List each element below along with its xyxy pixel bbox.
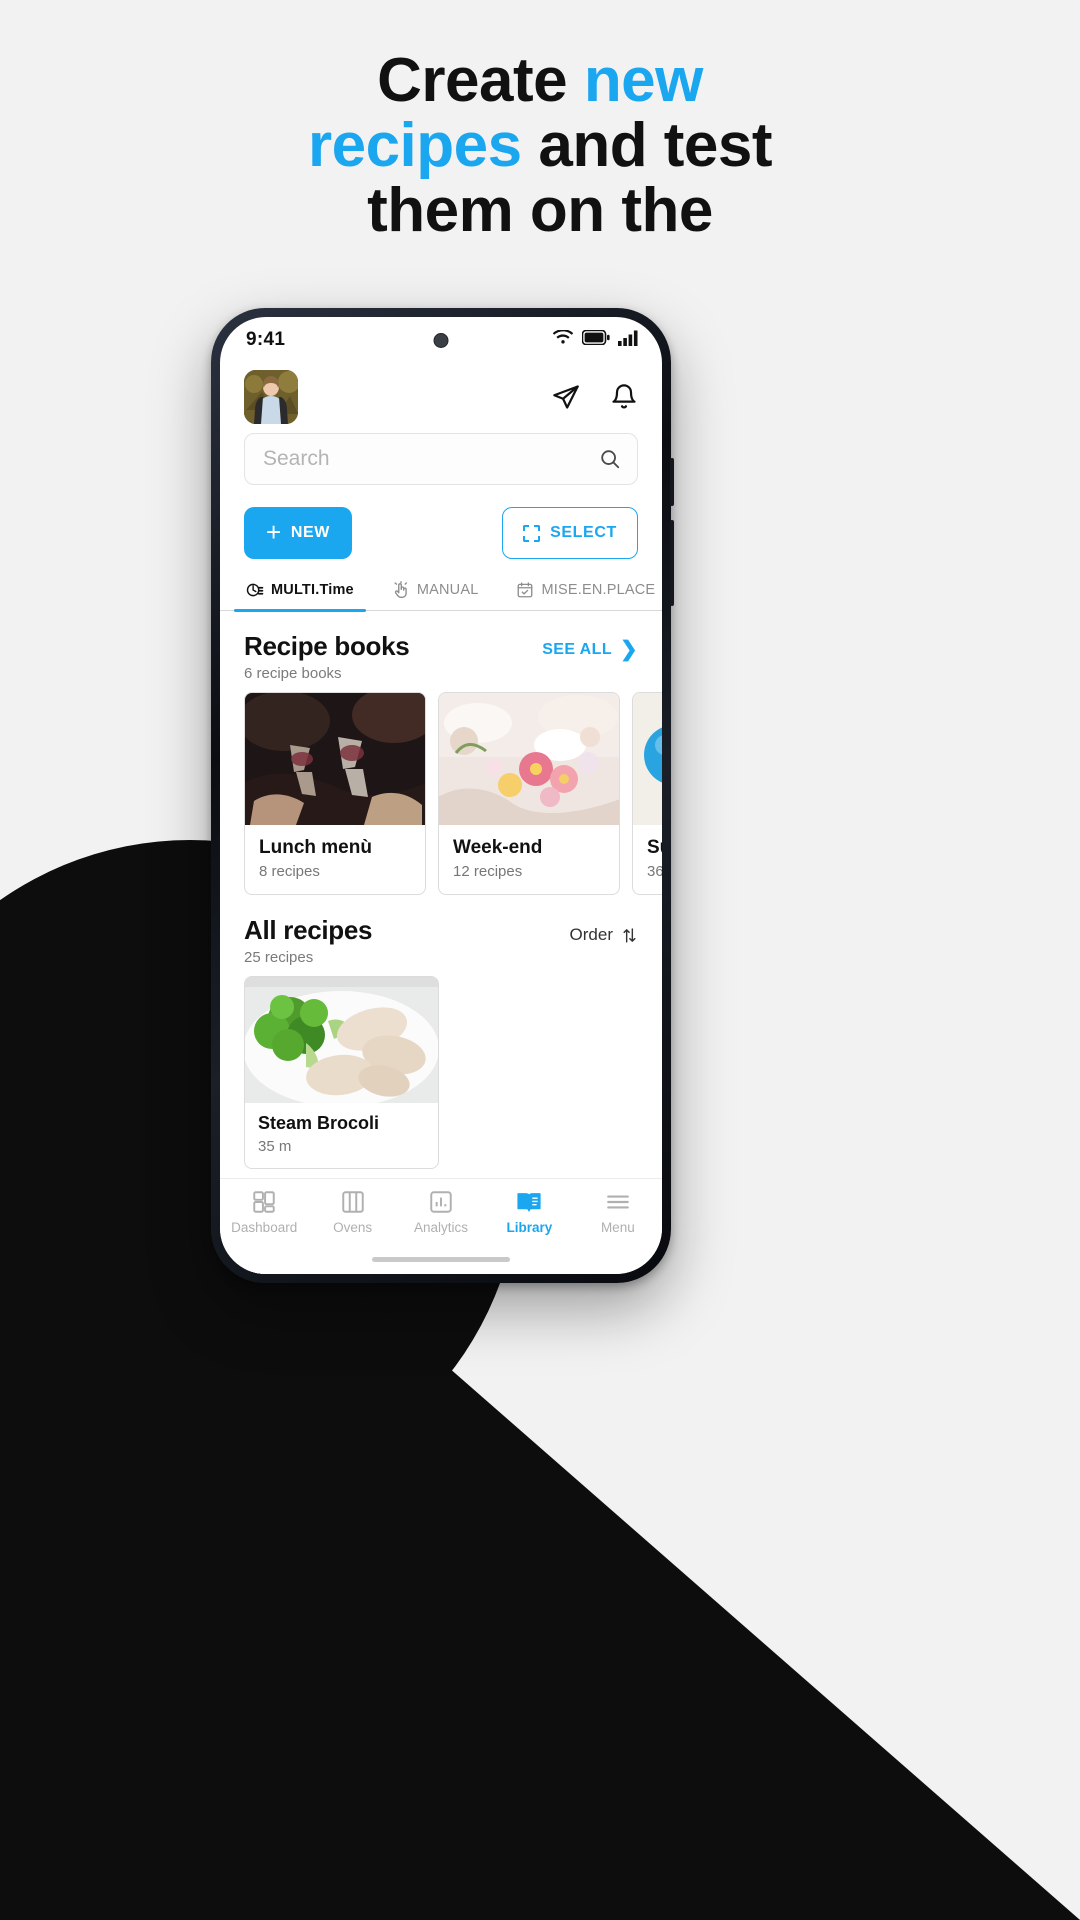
recipe-book-card[interactable]: Week-end 12 recipes xyxy=(438,692,620,895)
broccoli-chicken-photo xyxy=(245,977,438,1103)
home-indicator[interactable] xyxy=(372,1257,510,1262)
dashboard-grid-icon xyxy=(251,1189,277,1215)
header-actions xyxy=(552,383,638,411)
nav-item-analytics-label: Analytics xyxy=(414,1220,469,1235)
recipe-book-title: Sum xyxy=(647,837,662,858)
recipe-books-subtitle: 6 recipe books xyxy=(244,665,342,682)
recipe-books-title: Recipe books xyxy=(244,631,410,661)
nav-item-menu-label: Menu xyxy=(600,1220,635,1235)
notification-bell-icon[interactable] xyxy=(610,383,638,411)
screenshot-stage: Create new recipes and test them on the … xyxy=(0,0,1080,1920)
front-camera-punchhole xyxy=(433,333,449,348)
search-section: Search xyxy=(220,425,662,485)
nav-item-menu[interactable]: Menu xyxy=(574,1189,662,1235)
nav-item-analytics[interactable]: Analytics xyxy=(397,1189,485,1235)
plus-icon: + xyxy=(266,516,282,547)
recipe-books-titles: Recipe books 6 recipe books xyxy=(244,631,410,682)
analytics-bars-icon xyxy=(428,1189,454,1215)
recipe-books-header: Recipe books 6 recipe books SEE ALL ❯ xyxy=(220,611,662,692)
user-avatar[interactable] xyxy=(244,370,298,424)
all-recipes-title: All recipes xyxy=(244,915,373,945)
phone-screen: 9:41 Search + NEW SELECT MULTI.Time MANU… xyxy=(220,317,662,1274)
library-book-icon xyxy=(516,1189,542,1215)
search-icon[interactable] xyxy=(599,448,621,470)
headline-text-andtest: and test xyxy=(521,111,773,181)
headline-accent-recipes: recipes xyxy=(307,111,522,181)
cellular-signal-icon xyxy=(618,330,640,351)
status-time: 9:41 xyxy=(246,329,286,350)
tab-manual[interactable]: MANUAL xyxy=(386,581,485,610)
recipe-card-title: Steam Brocoli xyxy=(258,1113,380,1133)
recipe-book-meta: 36 re xyxy=(647,863,662,880)
see-all-label: SEE ALL xyxy=(542,640,612,658)
recipe-book-card[interactable]: Sum 36 re xyxy=(632,692,662,895)
status-bar: 9:41 xyxy=(220,317,662,363)
search-placeholder: Search xyxy=(263,447,330,470)
recipe-book-meta: 8 recipes xyxy=(259,863,320,880)
nav-item-library[interactable]: Library xyxy=(485,1189,573,1235)
recipe-books-carousel[interactable]: Lunch menù 8 recipes Week-end 12 recipes… xyxy=(220,692,662,895)
hand-touch-icon xyxy=(392,581,410,599)
new-button-label: NEW xyxy=(290,524,330,541)
headline-line-2: recipes and test xyxy=(0,113,1080,178)
recipe-card[interactable]: Steam Brocoli 35 m xyxy=(244,976,439,1169)
phone-power-button[interactable] xyxy=(670,520,674,606)
recipe-card-body: Steam Brocoli 35 m xyxy=(245,1103,438,1168)
recipe-book-title: Lunch menù xyxy=(259,837,372,858)
ovens-columns-icon xyxy=(340,1189,366,1215)
decorative-black-wedge xyxy=(0,1290,1080,1920)
nav-item-dashboard-label: Dashboard xyxy=(231,1220,298,1235)
all-recipes-titles: All recipes 25 recipes xyxy=(244,915,373,966)
search-input[interactable]: Search xyxy=(244,433,638,485)
wine-toast-photo xyxy=(245,693,425,825)
recipe-card-meta: 35 m xyxy=(258,1138,292,1155)
tab-multitime[interactable]: MULTI.Time xyxy=(234,581,366,612)
headline-text-create: Create xyxy=(377,46,584,115)
multitime-icon xyxy=(246,581,264,599)
promo-headline: Create new recipes and test them on the xyxy=(0,48,1080,243)
status-icons xyxy=(552,328,640,351)
all-recipes-header: All recipes 25 recipes Order xyxy=(220,895,662,976)
tab-multitime-label: MULTI.Time xyxy=(271,582,354,598)
tab-mise-en-place[interactable]: MISE.EN.PLACE xyxy=(510,581,661,610)
dashed-selection-icon xyxy=(523,524,541,542)
all-recipes-subtitle: 25 recipes xyxy=(244,949,314,966)
app-header xyxy=(220,363,662,425)
see-all-button[interactable]: SEE ALL ❯ xyxy=(542,639,638,660)
checklist-calendar-icon xyxy=(516,581,534,599)
tab-manual-label: MANUAL xyxy=(416,582,479,598)
phone-volume-button[interactable] xyxy=(670,458,674,506)
nav-item-dashboard[interactable]: Dashboard xyxy=(220,1189,308,1235)
hamburger-menu-icon xyxy=(605,1189,631,1215)
recipe-book-body: Sum 36 re xyxy=(633,825,662,894)
select-button-label: SELECT xyxy=(550,524,617,541)
headline-line-1: Create new xyxy=(0,48,1080,113)
order-button[interactable]: Order xyxy=(570,925,638,945)
recipe-book-card[interactable]: Lunch menù 8 recipes xyxy=(244,692,426,895)
recipe-book-title: Week-end xyxy=(453,837,543,858)
tab-mise-en-place-label: MISE.EN.PLACE xyxy=(541,582,656,598)
flower-table-photo xyxy=(439,693,619,825)
battery-icon xyxy=(581,329,610,350)
select-button[interactable]: SELECT xyxy=(502,507,638,559)
headline-line-3: them on the xyxy=(367,176,713,246)
nav-item-ovens[interactable]: Ovens xyxy=(308,1189,396,1235)
recipe-book-meta: 12 recipes xyxy=(453,863,523,880)
wifi-icon xyxy=(552,328,574,351)
order-label: Order xyxy=(569,925,613,944)
recipe-book-body: Week-end 12 recipes xyxy=(439,825,619,894)
new-button[interactable]: + NEW xyxy=(244,507,352,559)
paper-plane-icon[interactable] xyxy=(552,383,580,411)
recipe-book-body: Lunch menù 8 recipes xyxy=(245,825,425,894)
mode-tabs: MULTI.Time MANUAL MISE.EN.PLACE xyxy=(220,559,662,612)
nav-item-ovens-label: Ovens xyxy=(333,1220,373,1235)
christmas-ornament-photo xyxy=(633,693,662,825)
headline-accent-new: new xyxy=(583,46,704,115)
chevron-right-icon: ❯ xyxy=(620,638,638,661)
phone-mockup: 9:41 Search + NEW SELECT MULTI.Time MANU… xyxy=(211,308,674,1283)
sort-arrows-icon xyxy=(621,927,638,944)
action-buttons-row: + NEW SELECT xyxy=(220,485,662,559)
nav-item-library-label: Library xyxy=(506,1220,553,1235)
